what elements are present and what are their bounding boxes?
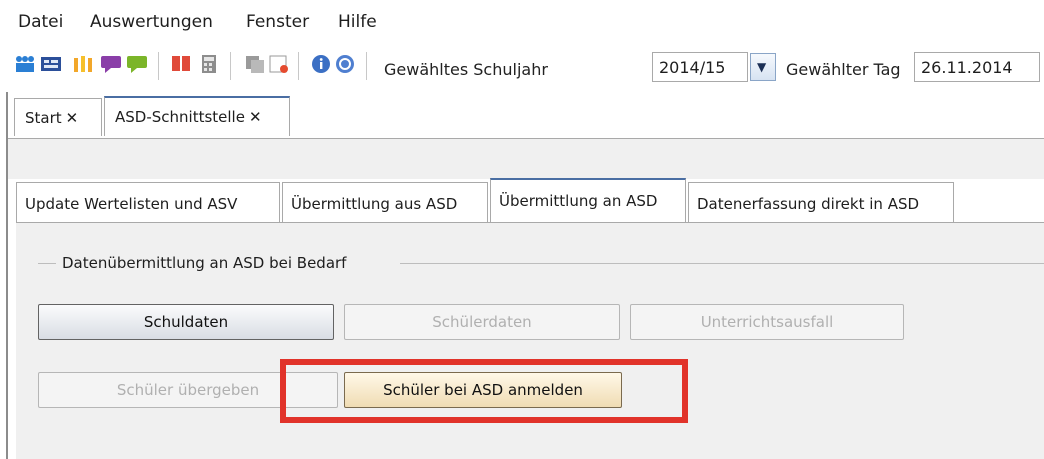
copy-icon[interactable]: [244, 54, 266, 74]
help-icon[interactable]: [334, 54, 356, 74]
unterrichtsausfall-button[interactable]: Unterrichtsausfall: [630, 304, 904, 340]
menu-auswertungen[interactable]: Auswertungen: [90, 12, 213, 32]
tab-start-label: Start: [25, 109, 62, 127]
schuljahr-select[interactable]: 2014/15: [652, 52, 748, 82]
menu-bar: Datei Auswertungen Fenster Hilfe: [0, 0, 1044, 38]
menu-fenster[interactable]: Fenster: [246, 12, 309, 32]
toolbar-separator: [230, 52, 231, 80]
info-icon[interactable]: [310, 54, 332, 74]
calculator-icon[interactable]: [198, 54, 220, 74]
tab-header-band: [8, 139, 1044, 179]
tag-label: Gewählter Tag: [786, 60, 901, 79]
tab-asd-label: ASD-Schnittstelle: [115, 108, 245, 126]
subtab-uebermittlung-aus-asd[interactable]: Übermittlung aus ASD: [282, 182, 488, 222]
menu-hilfe[interactable]: Hilfe: [338, 12, 377, 32]
schuljahr-label: Gewähltes Schuljahr: [384, 60, 548, 79]
toolbar: Gewähltes Schuljahr 2014/15 ▼ Gewählter …: [0, 44, 1044, 90]
group-line-left: [38, 263, 56, 264]
people-blue-icon[interactable]: [14, 54, 36, 74]
group-line-right: [400, 263, 1044, 264]
form-red-icon[interactable]: [268, 54, 290, 74]
toolbar-separator: [366, 52, 367, 80]
schuelerdaten-button[interactable]: Schülerdaten: [344, 304, 620, 340]
close-icon[interactable]: ✕: [249, 108, 262, 126]
subtab-uebermittlung-an-asd[interactable]: Übermittlung an ASD: [490, 178, 686, 222]
subtab-datenerfassung[interactable]: Datenerfassung direkt in ASD: [688, 182, 954, 222]
chat-purple-icon[interactable]: [100, 54, 122, 74]
toolbar-separator: [298, 52, 299, 80]
schuldaten-button[interactable]: Schuldaten: [38, 304, 334, 340]
toolbar-separator: [158, 52, 159, 80]
schuljahr-dropdown-button[interactable]: ▼: [750, 53, 776, 81]
subtab-update-wertelisten[interactable]: Update Wertelisten und ASV: [16, 182, 280, 222]
book-red-icon[interactable]: [170, 54, 192, 74]
chevron-down-icon: ▼: [757, 60, 767, 74]
highlight-frame: [280, 359, 688, 423]
people-yellow-icon[interactable]: [72, 54, 94, 74]
tab-asd-schnittstelle[interactable]: ASD-Schnittstelle ✕: [104, 96, 290, 136]
chat-green-icon[interactable]: [126, 54, 148, 74]
table-icon[interactable]: [40, 54, 62, 74]
close-icon[interactable]: ✕: [66, 109, 79, 127]
group-title: Datenübermittlung an ASD bei Bedarf: [60, 254, 349, 272]
menu-datei[interactable]: Datei: [18, 12, 63, 32]
tag-field[interactable]: 26.11.2014: [914, 52, 1040, 82]
tab-start[interactable]: Start ✕: [14, 98, 102, 136]
